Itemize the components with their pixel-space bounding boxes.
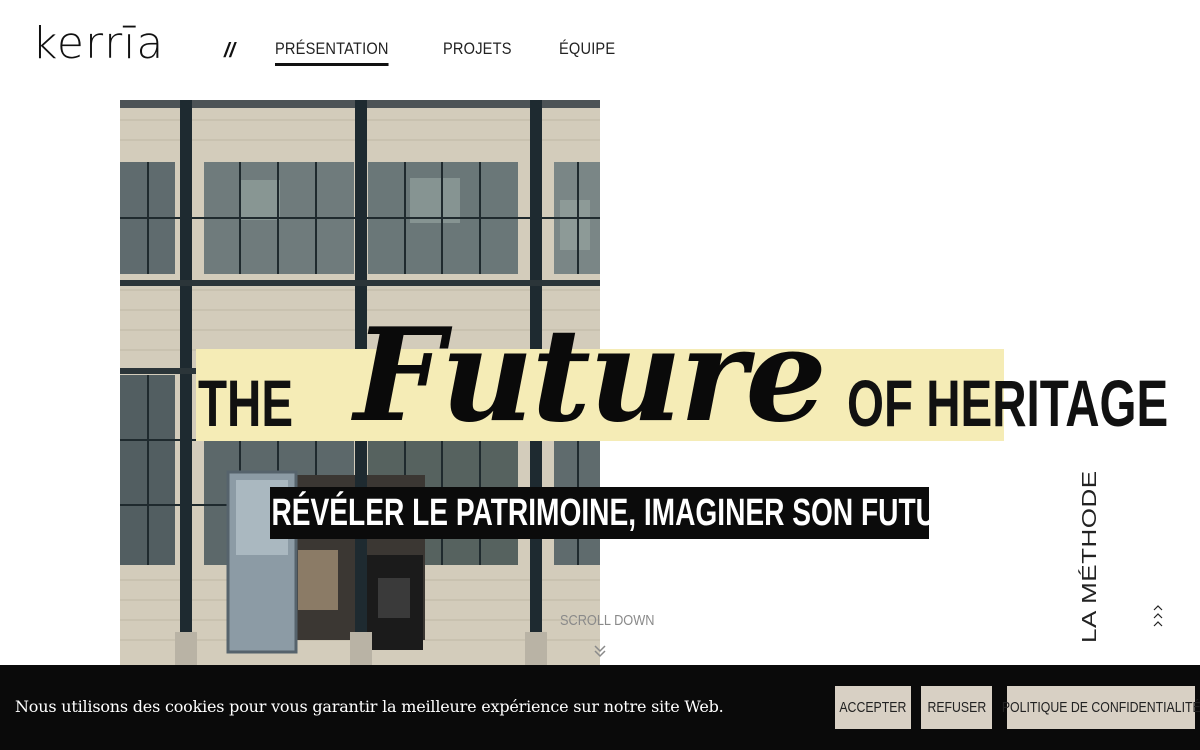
cookie-refuse-label: REFUSER bbox=[927, 699, 986, 716]
scroll-down-link[interactable]: SCROLL DOWN bbox=[560, 612, 654, 629]
privacy-policy-button[interactable]: POLITIQUE DE CONFIDENTIALITÉ bbox=[1002, 686, 1200, 729]
brand-logo[interactable]: kerrīa bbox=[32, 22, 164, 66]
cookie-refuse-button[interactable]: REFUSER bbox=[921, 686, 992, 729]
cookie-accept-label: ACCEPTER bbox=[839, 699, 907, 716]
title-main: Future bbox=[354, 301, 827, 451]
hero-subtitle: RÉVÉLER LE PATRIMOINE, IMAGINER SON FUTU… bbox=[270, 487, 929, 539]
hero-subtitle-text: RÉVÉLER LE PATRIMOINE, IMAGINER SON FUTU… bbox=[271, 491, 929, 534]
nav-item-presentation[interactable]: PRÉSENTATION bbox=[275, 39, 389, 66]
nav-item-equipe[interactable]: ÉQUIPE bbox=[559, 39, 615, 66]
cookie-message: Nous utilisons des cookies pour vous gar… bbox=[15, 697, 724, 716]
title-post: OF HERITAGE bbox=[846, 366, 1168, 440]
side-nav-label: LA MÉTHODE bbox=[1077, 470, 1101, 643]
main-nav: PRÉSENTATION PROJETS ÉQUIPE bbox=[275, 39, 624, 66]
double-chevron-down-icon[interactable] bbox=[594, 644, 606, 661]
title-pre: THE bbox=[198, 366, 294, 440]
cookie-accept-button[interactable]: ACCEPTER bbox=[835, 686, 911, 729]
cookie-banner: Nous utilisons des cookies pour vous gar… bbox=[0, 665, 1200, 750]
side-nav-methode[interactable]: LA MÉTHODE bbox=[1074, 470, 1105, 643]
chevrons-up-icon[interactable] bbox=[1153, 604, 1163, 631]
privacy-policy-label: POLITIQUE DE CONFIDENTIALITÉ bbox=[1001, 699, 1200, 716]
nav-separator: // bbox=[224, 40, 236, 62]
nav-item-projets[interactable]: PROJETS bbox=[443, 39, 512, 66]
hero-title: THE Future OF HERITAGE bbox=[198, 300, 1200, 450]
